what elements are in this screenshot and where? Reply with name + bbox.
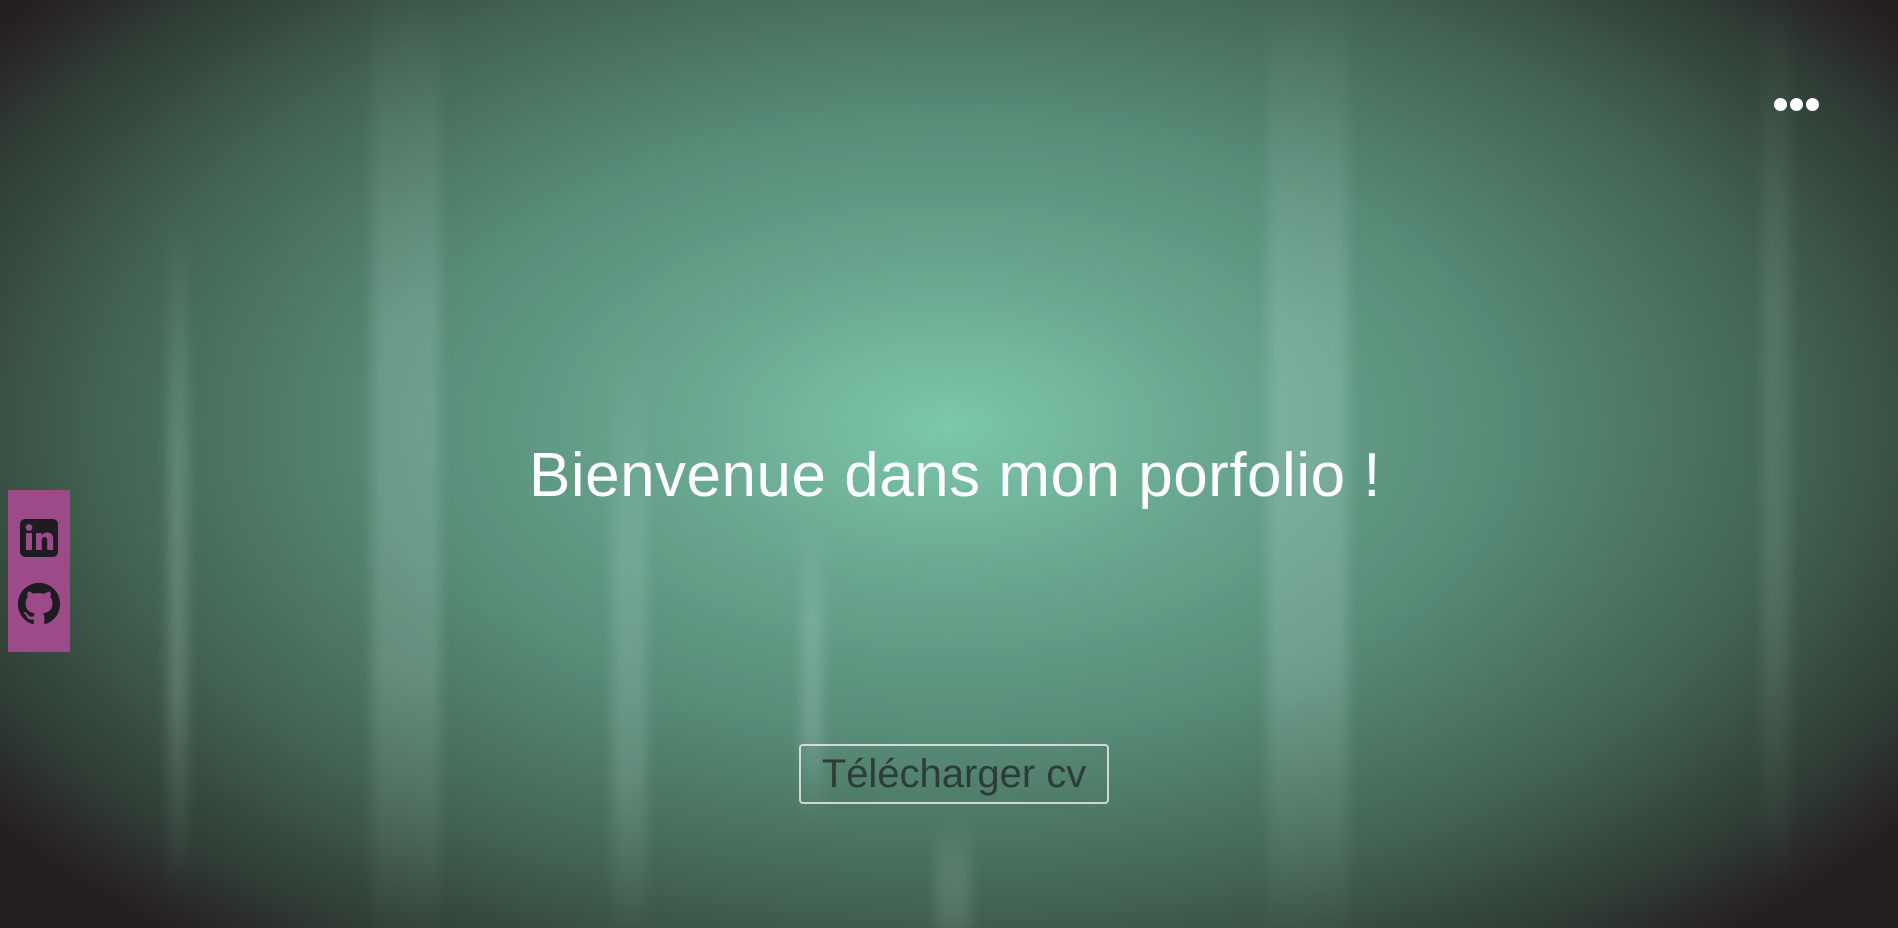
welcome-title: Bienvenue dans mon porfolio !: [528, 441, 1382, 510]
light-beam: [935, 820, 971, 928]
menu-button[interactable]: [1770, 93, 1822, 115]
linkedin-link[interactable]: [17, 516, 61, 560]
social-links-sidebar: [8, 490, 70, 652]
github-icon: [17, 582, 61, 625]
download-cv-button[interactable]: Télécharger cv: [799, 744, 1109, 804]
more-horizontal-icon: [1773, 97, 1819, 111]
light-beam: [168, 215, 188, 895]
light-beam: [612, 350, 647, 928]
portfolio-landing-page: Bienvenue dans mon porfolio ! Télécharge…: [0, 0, 1898, 928]
github-link[interactable]: [17, 582, 61, 626]
linkedin-icon: [20, 519, 58, 557]
